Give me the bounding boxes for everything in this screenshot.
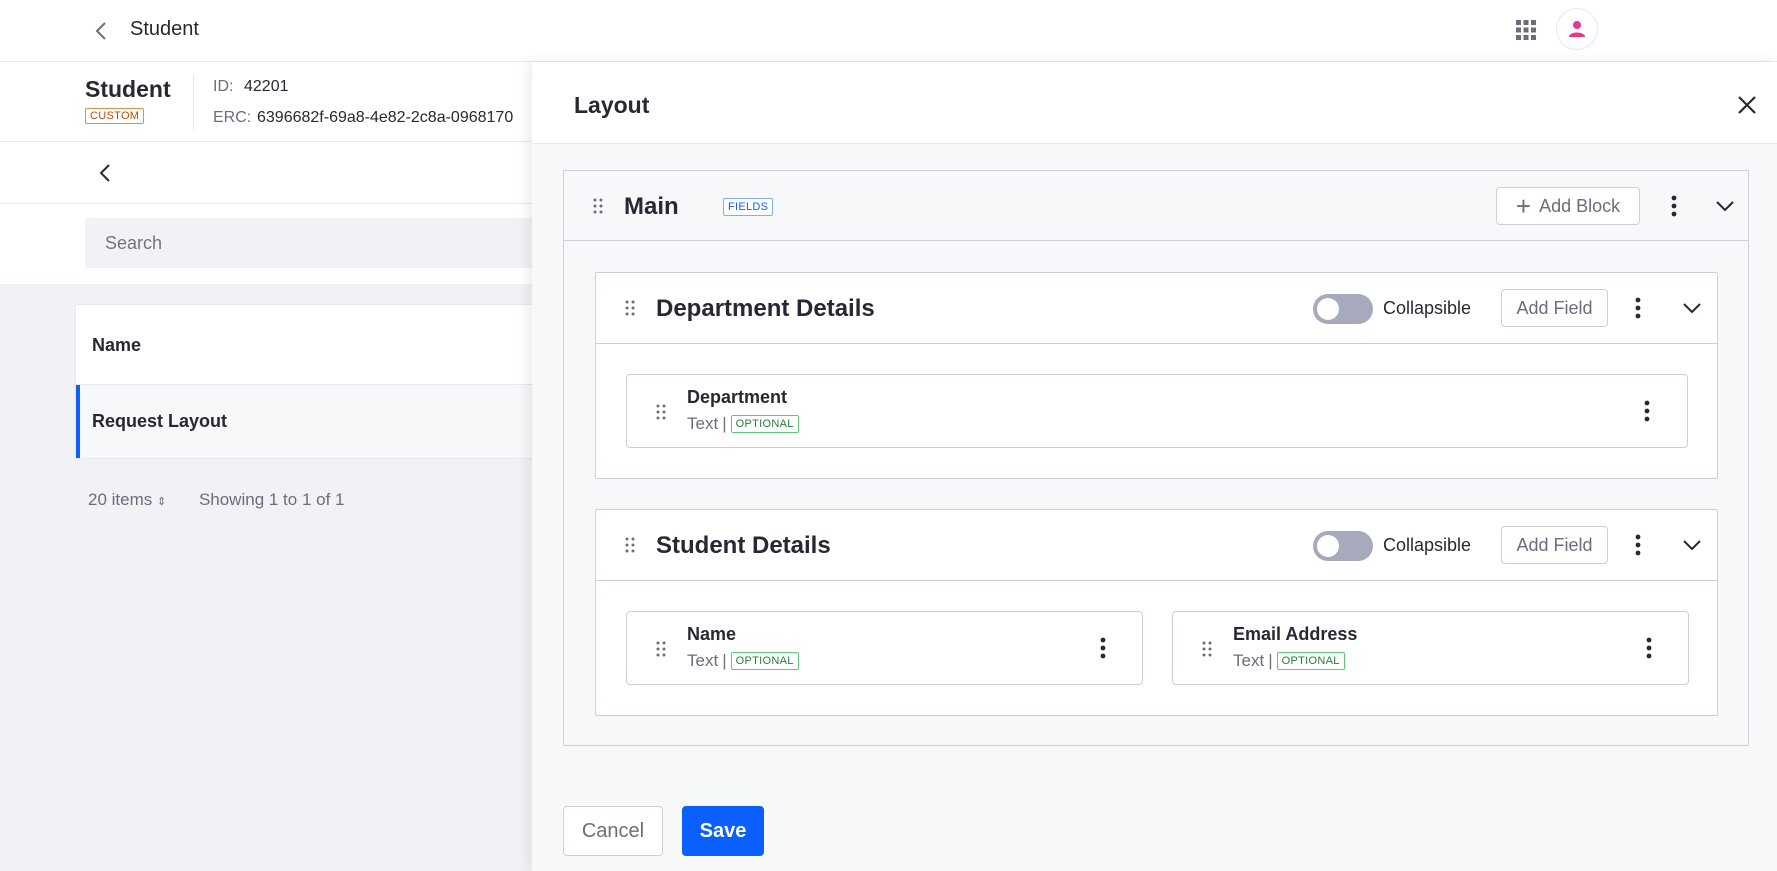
add-block-button[interactable]: + Add Block <box>1496 187 1640 225</box>
top-bar: Student <box>0 0 1777 62</box>
field-card-name[interactable]: Name Text | OPTIONAL <box>626 611 1143 685</box>
plus-icon: + <box>1515 191 1532 221</box>
field-type: Text <box>1233 651 1265 670</box>
field-options-button[interactable] <box>1639 635 1659 661</box>
drag-handle-icon[interactable] <box>624 300 636 316</box>
layout-side-panel: Layout Main FIELDS + Add Block Departmen… <box>532 62 1777 871</box>
section-title: Student Details <box>656 532 831 559</box>
custom-badge: CUSTOM <box>85 108 145 124</box>
section-header: Department Details Collapsible Add Field <box>596 273 1717 344</box>
drag-handle-icon[interactable] <box>1201 641 1213 657</box>
field-meta: Text | OPTIONAL <box>1233 651 1345 671</box>
kebab-icon <box>1644 400 1650 422</box>
panel-header: Layout <box>532 62 1777 144</box>
object-name: Student <box>85 76 171 102</box>
items-per-page-label: 20 items <box>88 490 153 509</box>
panel-title: Layout <box>574 92 650 118</box>
field-meta: Text | OPTIONAL <box>687 651 799 671</box>
section-options-button[interactable] <box>1628 295 1648 321</box>
field-meta: Text | OPTIONAL <box>687 414 799 434</box>
kebab-icon <box>1635 297 1641 319</box>
chevron-left-icon <box>99 164 110 182</box>
drag-handle-icon[interactable] <box>592 198 604 214</box>
field-card-email-address[interactable]: Email Address Text | OPTIONAL <box>1172 611 1689 685</box>
block-options-button[interactable] <box>1664 193 1684 219</box>
collapse-block-button[interactable] <box>1712 193 1738 219</box>
separator: | <box>722 414 727 433</box>
optional-badge: OPTIONAL <box>1276 652 1345 670</box>
field-name: Email Address <box>1233 624 1358 644</box>
chevron-down-icon <box>1683 303 1701 314</box>
apps-grid-icon <box>1516 20 1536 40</box>
items-per-page-select[interactable]: 20 items ⇕ <box>88 490 166 509</box>
close-icon <box>1738 96 1756 114</box>
field-options-button[interactable] <box>1637 398 1657 424</box>
page-title: Student <box>130 18 199 40</box>
avatar[interactable] <box>1556 8 1598 50</box>
add-field-button[interactable]: Add Field <box>1501 526 1608 564</box>
layout-block-main: Main FIELDS + Add Block Department Detail… <box>563 170 1749 746</box>
add-field-button[interactable]: Add Field <box>1501 289 1608 327</box>
drag-handle-icon[interactable] <box>624 537 636 553</box>
section-department-details: Department Details Collapsible Add Field… <box>595 272 1718 479</box>
field-type: Text <box>687 414 719 433</box>
kebab-icon <box>1635 534 1641 556</box>
block-header: Main FIELDS + Add Block <box>564 171 1748 241</box>
user-icon <box>1569 21 1585 37</box>
showing-text: Showing 1 to 1 of 1 <box>198 490 345 509</box>
chevron-down-icon <box>1683 540 1701 551</box>
field-name: Department <box>687 387 788 407</box>
save-button[interactable]: Save <box>682 806 764 856</box>
close-button[interactable] <box>1734 92 1760 118</box>
erc-value: 6396682f-69a8-4e82-2c8a-0968170 <box>257 109 514 126</box>
drag-handle-icon[interactable] <box>655 641 667 657</box>
separator: | <box>1268 651 1273 670</box>
apps-button[interactable] <box>1512 16 1540 44</box>
drag-handle-icon[interactable] <box>655 404 667 420</box>
sort-arrows-icon: ⇕ <box>156 496 167 508</box>
erc-label: ERC: <box>213 109 252 126</box>
section-title: Department Details <box>656 295 875 322</box>
collapsible-toggle[interactable] <box>1313 294 1373 324</box>
section-header: Student Details Collapsible Add Field <box>596 510 1717 581</box>
id-label: ID: <box>213 78 234 95</box>
field-card-department[interactable]: Department Text | OPTIONAL <box>626 374 1688 448</box>
back-button[interactable] <box>92 160 118 186</box>
section-options-button[interactable] <box>1628 532 1648 558</box>
optional-badge: OPTIONAL <box>730 652 799 670</box>
row-name: Request Layout <box>92 411 228 431</box>
collapsible-label: Collapsible <box>1383 298 1472 318</box>
kebab-icon <box>1646 637 1652 659</box>
pagination: 20 items ⇕ Showing 1 to 1 of 1 <box>88 490 344 510</box>
field-options-button[interactable] <box>1093 635 1113 661</box>
kebab-icon <box>1671 195 1677 217</box>
separator: | <box>722 651 727 670</box>
kebab-icon <box>1100 637 1106 659</box>
add-block-label: Add Block <box>1539 195 1621 216</box>
block-title: Main <box>624 193 679 220</box>
back-button[interactable] <box>88 18 114 44</box>
chevron-left-icon <box>95 22 106 40</box>
cancel-button[interactable]: Cancel <box>563 806 663 856</box>
chevron-down-icon <box>1716 201 1734 212</box>
collapsible-toggle[interactable] <box>1313 531 1373 561</box>
section-student-details: Student Details Collapsible Add Field Na… <box>595 509 1718 716</box>
id-value: 42201 <box>244 78 289 95</box>
collapsible-label: Collapsible <box>1383 535 1472 555</box>
field-type: Text <box>687 651 719 670</box>
column-header-name: Name <box>92 335 142 355</box>
collapse-section-button[interactable] <box>1679 532 1705 558</box>
field-name: Name <box>687 624 737 644</box>
divider <box>193 74 194 130</box>
collapse-section-button[interactable] <box>1679 295 1705 321</box>
optional-badge: OPTIONAL <box>730 415 799 433</box>
fields-badge: FIELDS <box>723 198 774 216</box>
